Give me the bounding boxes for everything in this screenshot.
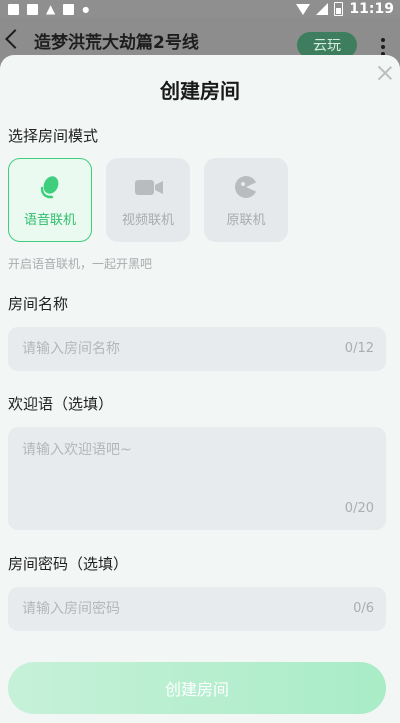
notification-icons: ▲ ● xyxy=(8,2,89,16)
dialog-title: 创建房间 xyxy=(160,79,240,103)
notification-icon xyxy=(8,3,19,15)
signal-icon xyxy=(316,3,329,15)
video-camera-icon xyxy=(134,173,163,201)
room-name-input[interactable] xyxy=(22,327,322,371)
create-room-button[interactable]: 创建房间 xyxy=(8,662,386,714)
clock: 11:19 xyxy=(349,1,394,17)
dot-icon: ● xyxy=(82,4,90,14)
microphone-icon xyxy=(36,173,64,201)
notification-icon xyxy=(27,3,38,15)
password-field[interactable]: 0/6 xyxy=(8,587,386,631)
mode-video[interactable]: 视频联机 xyxy=(106,158,190,242)
password-input[interactable] xyxy=(22,587,322,631)
mode-original[interactable]: 原联机 xyxy=(204,158,288,242)
password-counter: 0/6 xyxy=(353,601,374,616)
mode-section-label: 选择房间模式 xyxy=(8,127,99,145)
room-name-counter: 0/12 xyxy=(344,341,374,356)
welcome-counter: 0/20 xyxy=(344,501,374,516)
room-name-field[interactable]: 0/12 xyxy=(8,327,386,371)
wifi-icon xyxy=(296,3,311,15)
mode-voice-label: 语音联机 xyxy=(23,212,76,228)
status-bar: ▲ ● 11:19 xyxy=(0,0,400,18)
welcome-input[interactable] xyxy=(22,439,322,509)
create-room-sheet: 创建房间 选择房间模式 语音联机 视频联机 原联机 开启语音联机，一起开黑吧 房… xyxy=(0,55,400,723)
warning-icon: ▲ xyxy=(46,2,56,16)
welcome-field[interactable]: 0/20 xyxy=(8,427,386,530)
room-name-label: 房间名称 xyxy=(8,295,69,313)
more-vertical-icon[interactable] xyxy=(381,38,385,56)
password-label: 房间密码（选填） xyxy=(8,555,129,573)
mode-original-label: 原联机 xyxy=(226,212,266,228)
battery-icon xyxy=(334,2,344,16)
system-icons: 11:19 xyxy=(296,1,394,17)
mode-voice[interactable]: 语音联机 xyxy=(8,158,92,242)
game-title: 造梦洪荒大劫篇2号线 xyxy=(34,33,199,53)
gamepad-icon xyxy=(232,173,260,201)
back-arrow-icon[interactable] xyxy=(5,29,25,49)
welcome-label: 欢迎语（选填） xyxy=(8,395,114,413)
mode-hint: 开启语音联机，一起开黑吧 xyxy=(8,257,153,271)
mode-video-label: 视频联机 xyxy=(121,212,174,228)
notification-icon xyxy=(63,3,75,15)
